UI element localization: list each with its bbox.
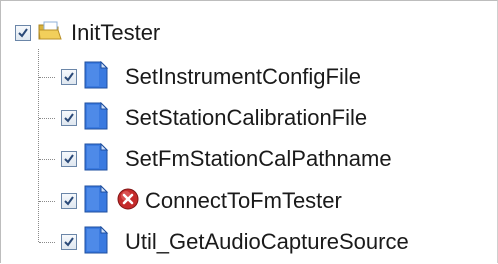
document-icon [83, 101, 109, 135]
checkbox[interactable] [61, 193, 77, 209]
document-icon [83, 225, 109, 259]
tree-node-set-station-calibration-file[interactable]: SetStationCalibrationFile [61, 98, 367, 138]
tree-connector-branch [39, 201, 55, 202]
tree-node-label: InitTester [71, 20, 161, 45]
checkbox[interactable] [61, 69, 77, 85]
check-mark-icon [64, 154, 74, 164]
tree-node-label: SetStationCalibrationFile [125, 105, 368, 130]
document-icon [83, 60, 109, 94]
check-mark-icon [18, 28, 28, 38]
tree-node-util-get-audio-capture-source[interactable]: Util_GetAudioCaptureSource [61, 222, 409, 262]
checkbox[interactable] [61, 110, 77, 126]
tree-node-connect-to-fm-tester[interactable]: ConnectToFmTester [61, 181, 342, 221]
tree-node-label: Util_GetAudioCaptureSource [125, 229, 409, 254]
check-mark-icon [64, 196, 74, 206]
checkbox-init-tester[interactable] [15, 25, 31, 41]
tree-connector-branch [39, 242, 55, 243]
checkbox[interactable] [61, 151, 77, 167]
check-mark-icon [64, 72, 74, 82]
tree-connector-branch [39, 118, 55, 119]
check-mark-icon [64, 237, 74, 247]
document-icon [83, 184, 109, 218]
tree-node-init-tester[interactable]: InitTester [15, 13, 160, 53]
tree-connector-branch [39, 77, 55, 78]
document-icon [83, 142, 109, 176]
test-tree: InitTester SetInstrumentConfigFile SetSt… [1, 1, 498, 264]
checkbox[interactable] [61, 234, 77, 250]
tree-node-label: ConnectToFmTester [145, 188, 342, 213]
open-folder-icon [37, 20, 63, 47]
tree-node-label: SetFmStationCalPathname [125, 146, 392, 171]
check-mark-icon [64, 113, 74, 123]
tree-node-set-fm-station-cal-pathname[interactable]: SetFmStationCalPathname [61, 139, 392, 179]
tree-node-set-instrument-config-file[interactable]: SetInstrumentConfigFile [61, 57, 361, 97]
error-icon [117, 188, 139, 215]
tree-view-panel: InitTester SetInstrumentConfigFile SetSt… [0, 0, 498, 263]
tree-connector-branch [39, 159, 55, 160]
tree-node-label: SetInstrumentConfigFile [125, 64, 361, 89]
